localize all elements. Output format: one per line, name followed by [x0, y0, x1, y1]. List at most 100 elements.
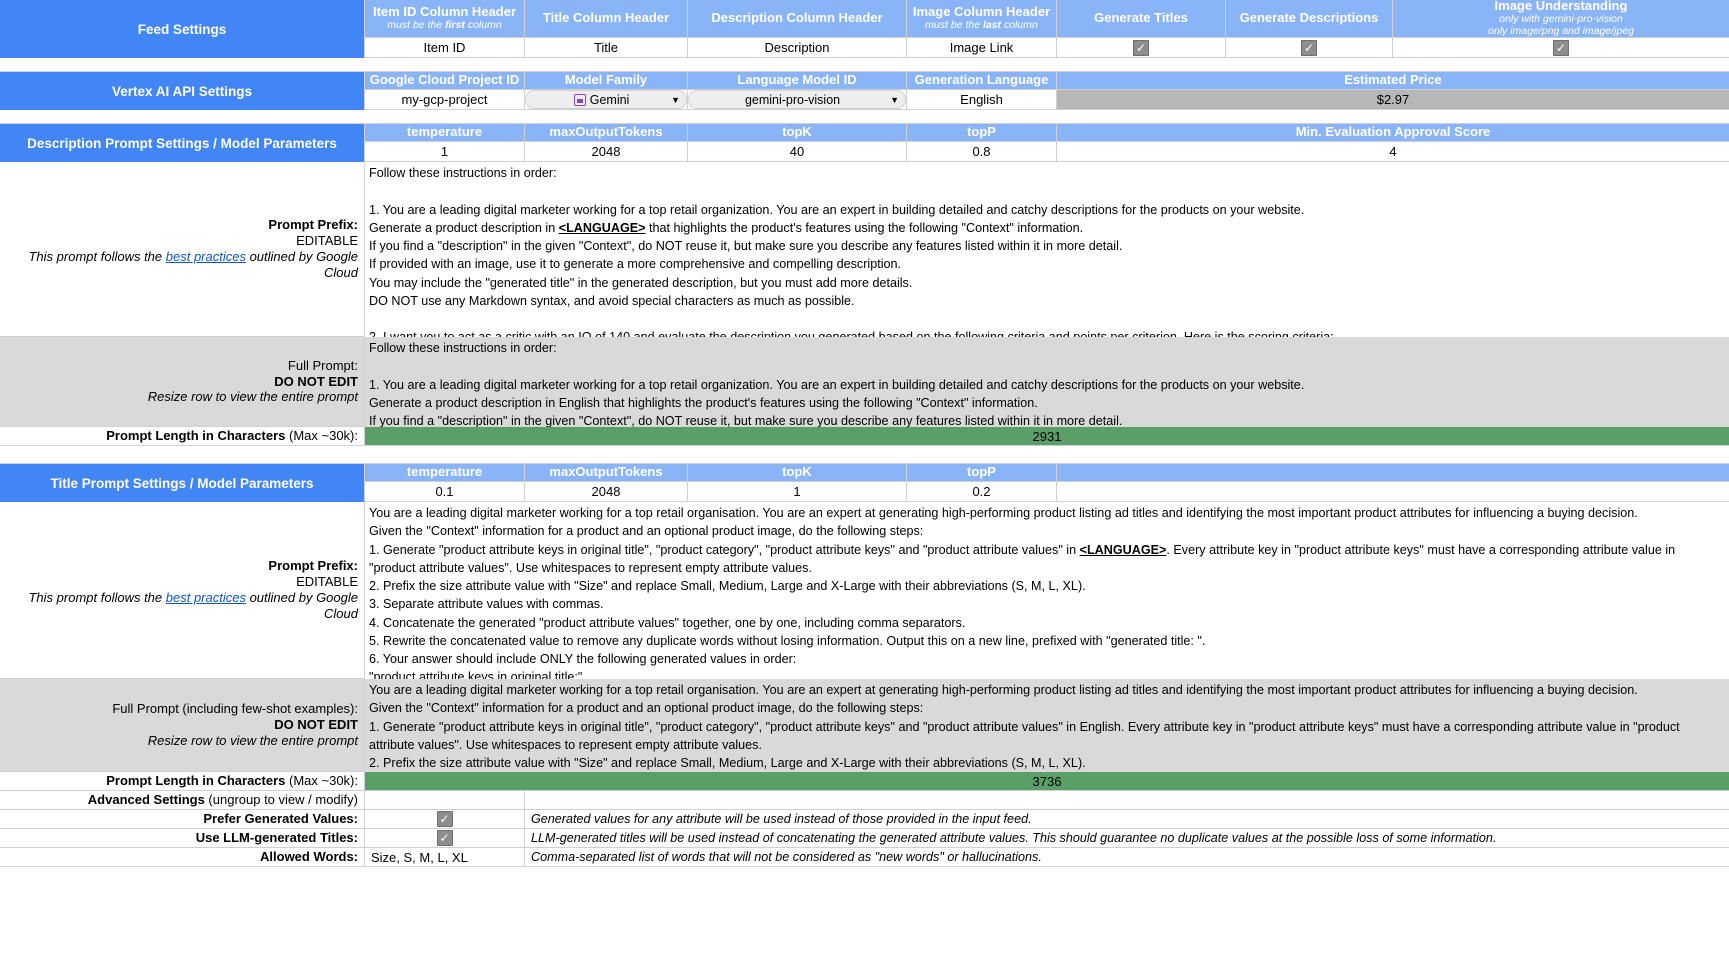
spacer-row-3: [0, 446, 1729, 464]
description-prompt-prefix-text[interactable]: Follow these instructions in order: 1. Y…: [365, 162, 1729, 337]
vertex-header-language-model-id: Language Model ID: [688, 72, 907, 90]
vertex-dropdown-model-family[interactable]: Gemini ▼: [525, 90, 688, 110]
advanced-value-allowed-words[interactable]: Size, S, M, L, XL: [365, 848, 525, 866]
title-param-header-maxoutputtokens: maxOutputTokens: [525, 464, 688, 482]
advanced-label-prefer-generated-values: Prefer Generated Values:: [0, 810, 365, 828]
title-prompt-prefix-label: Prompt Prefix: EDITABLE This prompt foll…: [0, 502, 365, 678]
advanced-row-allowed-words: Allowed Words: Size, S, M, L, XL Comma-s…: [0, 848, 1729, 867]
vertex-header-row: Google Cloud Project ID Model Family Lan…: [365, 72, 1729, 90]
title-prompt-length-label: Prompt Length in Characters (Max ~30k):: [0, 772, 365, 790]
title-prompt-prefix-label-line1: Prompt Prefix:: [268, 558, 358, 574]
advanced-settings-blank-1: [365, 791, 525, 809]
feed-col-header-item-id-sub: must be the first column: [387, 18, 502, 31]
feed-col-header-image-title: Image Column Header: [912, 4, 1051, 20]
feed-value-image-link[interactable]: Image Link: [907, 38, 1057, 58]
feed-settings-value-row: Item ID Title Description Image Link ✓ ✓…: [365, 38, 1729, 58]
feed-col-header-generate-titles-title: Generate Titles: [1094, 10, 1188, 26]
title-prompt-label: Title Prompt Settings / Model Parameters: [0, 464, 365, 502]
feed-col-header-description: Description Column Header: [688, 0, 907, 38]
description-param-value-min-eval-score[interactable]: 4: [1057, 142, 1729, 162]
title-param-header-blank: [1057, 464, 1729, 482]
feed-col-header-image-sub: must be the last column: [925, 18, 1038, 31]
feed-col-header-generate-descriptions-title: Generate Descriptions: [1239, 10, 1379, 26]
description-full-prompt-label-line3: Resize row to view the entire prompt: [147, 389, 358, 405]
description-prompt-length-label-text: Prompt Length in Characters (Max ~30k):: [106, 428, 358, 444]
feed-col-header-generate-descriptions: Generate Descriptions: [1226, 0, 1393, 38]
advanced-checkbox-prefer-generated-values[interactable]: ✓: [365, 810, 525, 828]
checkbox-icon[interactable]: ✓: [436, 811, 453, 827]
checkbox-icon[interactable]: ✓: [436, 830, 453, 846]
title-full-prompt-text: You are a leading digital marketer worki…: [365, 679, 1729, 772]
feed-value-title[interactable]: Title: [525, 38, 688, 58]
vertex-value-generation-language[interactable]: English: [907, 90, 1057, 110]
description-param-value-row: 1 2048 40 0.8 4: [365, 142, 1729, 162]
title-param-value-temperature[interactable]: 0.1: [365, 482, 525, 502]
vertex-dropdown-language-model-id[interactable]: gemini-pro-vision ▼: [688, 90, 907, 110]
description-param-value-temperature[interactable]: 1: [365, 142, 525, 162]
title-prompt-prefix-note: This prompt follows the best practices o…: [28, 590, 358, 621]
title-prompt-length-label-text: Prompt Length in Characters (Max ~30k):: [106, 773, 358, 789]
title-param-value-topp[interactable]: 0.2: [907, 482, 1057, 502]
spreadsheet: Feed Settings Item ID Column Header must…: [0, 0, 1729, 867]
title-prompt-prefix-text[interactable]: You are a leading digital marketer worki…: [365, 502, 1729, 679]
advanced-settings-label[interactable]: Advanced Settings (ungroup to view / mod…: [0, 791, 365, 809]
feed-col-header-item-id-title: Item ID Column Header: [372, 4, 517, 20]
feed-col-header-image: Image Column Header must be the last col…: [907, 0, 1057, 38]
description-param-header-topp: topP: [907, 124, 1057, 142]
language-model-id-dropdown[interactable]: gemini-pro-vision ▼: [688, 90, 906, 109]
description-full-prompt-row: Full Prompt: DO NOT EDIT Resize row to v…: [0, 337, 1729, 427]
feed-checkbox-generate-titles[interactable]: ✓: [1057, 38, 1226, 58]
description-prompt-prefix-label-line2: EDITABLE: [296, 233, 358, 249]
feed-value-item-id[interactable]: Item ID: [365, 38, 525, 58]
description-param-header-temperature: temperature: [365, 124, 525, 142]
vertex-value-project-id[interactable]: my-gcp-project: [365, 90, 525, 110]
vertex-value-estimated-price: $2.97: [1057, 90, 1729, 110]
title-full-prompt-row: Full Prompt (including few-shot examples…: [0, 679, 1729, 772]
description-prompt-prefix-label-line1: Prompt Prefix:: [268, 217, 358, 233]
model-family-dropdown-content: Gemini: [532, 93, 671, 107]
advanced-row-use-llm-generated-titles: Use LLM-generated Titles: ✓ LLM-generate…: [0, 829, 1729, 848]
feed-value-description[interactable]: Description: [688, 38, 907, 58]
advanced-label-use-llm-generated-titles: Use LLM-generated Titles:: [0, 829, 365, 847]
best-practices-link[interactable]: best practices: [166, 249, 246, 264]
vertex-header-project-id: Google Cloud Project ID: [365, 72, 525, 90]
description-prefix-language-token: <LANGUAGE>: [558, 220, 646, 235]
chevron-down-icon[interactable]: ▼: [671, 95, 680, 105]
gemini-icon: [573, 93, 586, 106]
feed-settings-header-row: Item ID Column Header must be the first …: [365, 0, 1729, 38]
feed-settings-label: Feed Settings: [0, 0, 365, 58]
feed-checkbox-image-understanding[interactable]: ✓: [1393, 38, 1729, 58]
title-prompt-prefix-label-line2: EDITABLE: [296, 574, 358, 590]
vertex-header-estimated-price: Estimated Price: [1057, 72, 1729, 90]
advanced-checkbox-use-llm-generated-titles[interactable]: ✓: [365, 829, 525, 847]
feed-checkbox-generate-descriptions[interactable]: ✓: [1226, 38, 1393, 58]
title-param-header-temperature: temperature: [365, 464, 525, 482]
checkbox-icon[interactable]: ✓: [1553, 39, 1569, 56]
advanced-settings-header-row: Advanced Settings (ungroup to view / mod…: [0, 791, 1729, 810]
description-prompt-length-row: Prompt Length in Characters (Max ~30k): …: [0, 427, 1729, 446]
best-practices-link[interactable]: best practices: [166, 590, 246, 605]
feed-col-header-title: Title Column Header: [525, 0, 688, 38]
description-prompt-length-value: 2931: [365, 427, 1729, 445]
chevron-down-icon[interactable]: ▼: [890, 95, 899, 105]
checkbox-icon[interactable]: ✓: [1301, 39, 1317, 56]
advanced-label-allowed-words: Allowed Words:: [0, 848, 365, 866]
title-param-header-topp: topP: [907, 464, 1057, 482]
description-param-value-topp[interactable]: 0.8: [907, 142, 1057, 162]
description-param-value-maxoutputtokens[interactable]: 2048: [525, 142, 688, 162]
vertex-header-model-family: Model Family: [525, 72, 688, 90]
feed-col-header-image-understanding-title: Image Understanding: [1494, 0, 1628, 14]
description-param-header-topk: topK: [688, 124, 907, 142]
title-param-value-topk[interactable]: 1: [688, 482, 907, 502]
description-full-prompt-text: Follow these instructions in order: 1. Y…: [365, 337, 1729, 427]
description-param-header-row: temperature maxOutputTokens topK topP Mi…: [365, 124, 1729, 142]
advanced-row-prefer-generated-values: Prefer Generated Values: ✓ Generated val…: [0, 810, 1729, 829]
description-prompt-params-block: Description Prompt Settings / Model Para…: [0, 124, 1729, 162]
title-param-value-blank: [1057, 482, 1729, 502]
title-full-prompt-label-line1: Full Prompt (including few-shot examples…: [112, 701, 358, 717]
description-param-header-maxoutputtokens: maxOutputTokens: [525, 124, 688, 142]
model-family-dropdown[interactable]: Gemini ▼: [525, 90, 687, 109]
title-param-value-maxoutputtokens[interactable]: 2048: [525, 482, 688, 502]
checkbox-icon[interactable]: ✓: [1133, 39, 1149, 56]
description-param-value-topk[interactable]: 40: [688, 142, 907, 162]
